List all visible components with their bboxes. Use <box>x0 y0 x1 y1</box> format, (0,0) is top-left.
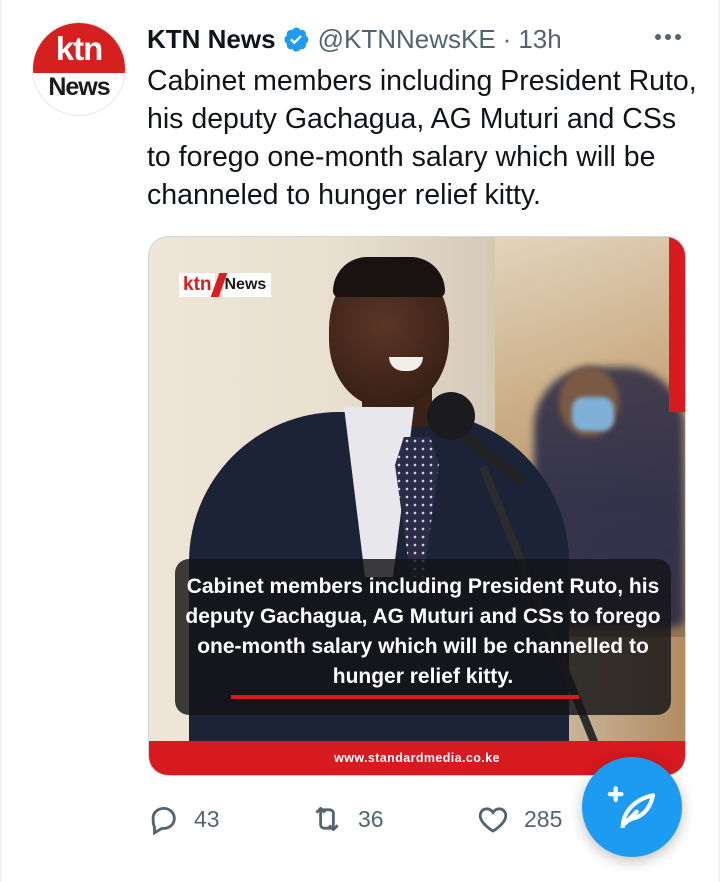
author-name[interactable]: KTN News <box>147 24 276 55</box>
logo-news-text: News <box>222 273 272 297</box>
like-button[interactable]: 285 <box>476 802 562 836</box>
avatar[interactable]: ktn News <box>32 22 126 116</box>
timestamp[interactable]: 13h <box>518 24 561 55</box>
heart-icon <box>478 807 508 833</box>
retweet-button[interactable]: 36 <box>310 802 384 836</box>
timeline-border-left <box>0 0 2 882</box>
avatar-ktn-text: ktn <box>55 30 104 67</box>
caption-underline <box>231 695 579 699</box>
reply-icon <box>151 806 176 836</box>
compose-tweet-button[interactable] <box>582 757 682 857</box>
like-count: 285 <box>524 805 563 832</box>
tweet-header: KTN News @KTNNewsKE · 13h <box>147 22 562 56</box>
author-handle[interactable]: @KTNNewsKE <box>318 24 496 55</box>
background-person-mask <box>572 397 614 431</box>
separator-dot: · <box>502 23 512 54</box>
reply-count: 43 <box>194 805 220 832</box>
tweet-text: Cabinet members including President Ruto… <box>147 65 697 211</box>
speaker-hair <box>333 257 445 297</box>
red-accent-strip <box>669 237 685 412</box>
media-card[interactable]: ktn News Cabinet members including Presi… <box>148 236 686 776</box>
more-horizontal-icon[interactable] <box>655 34 681 40</box>
reply-button[interactable]: 43 <box>146 802 220 836</box>
avatar-news-text: News <box>48 73 110 101</box>
retweet-count: 36 <box>358 805 384 832</box>
logo-ktn-text: ktn <box>179 273 215 297</box>
compose-tweet-icon <box>607 786 656 829</box>
image-caption: Cabinet members including President Ruto… <box>175 559 671 715</box>
tweet[interactable]: ktn News KTN News @KTNNewsKE · 13h Cabin… <box>0 0 720 882</box>
ktn-news-logo: ktn News <box>179 273 272 297</box>
retweet-icon <box>315 806 339 832</box>
verified-badge-icon <box>284 27 308 52</box>
